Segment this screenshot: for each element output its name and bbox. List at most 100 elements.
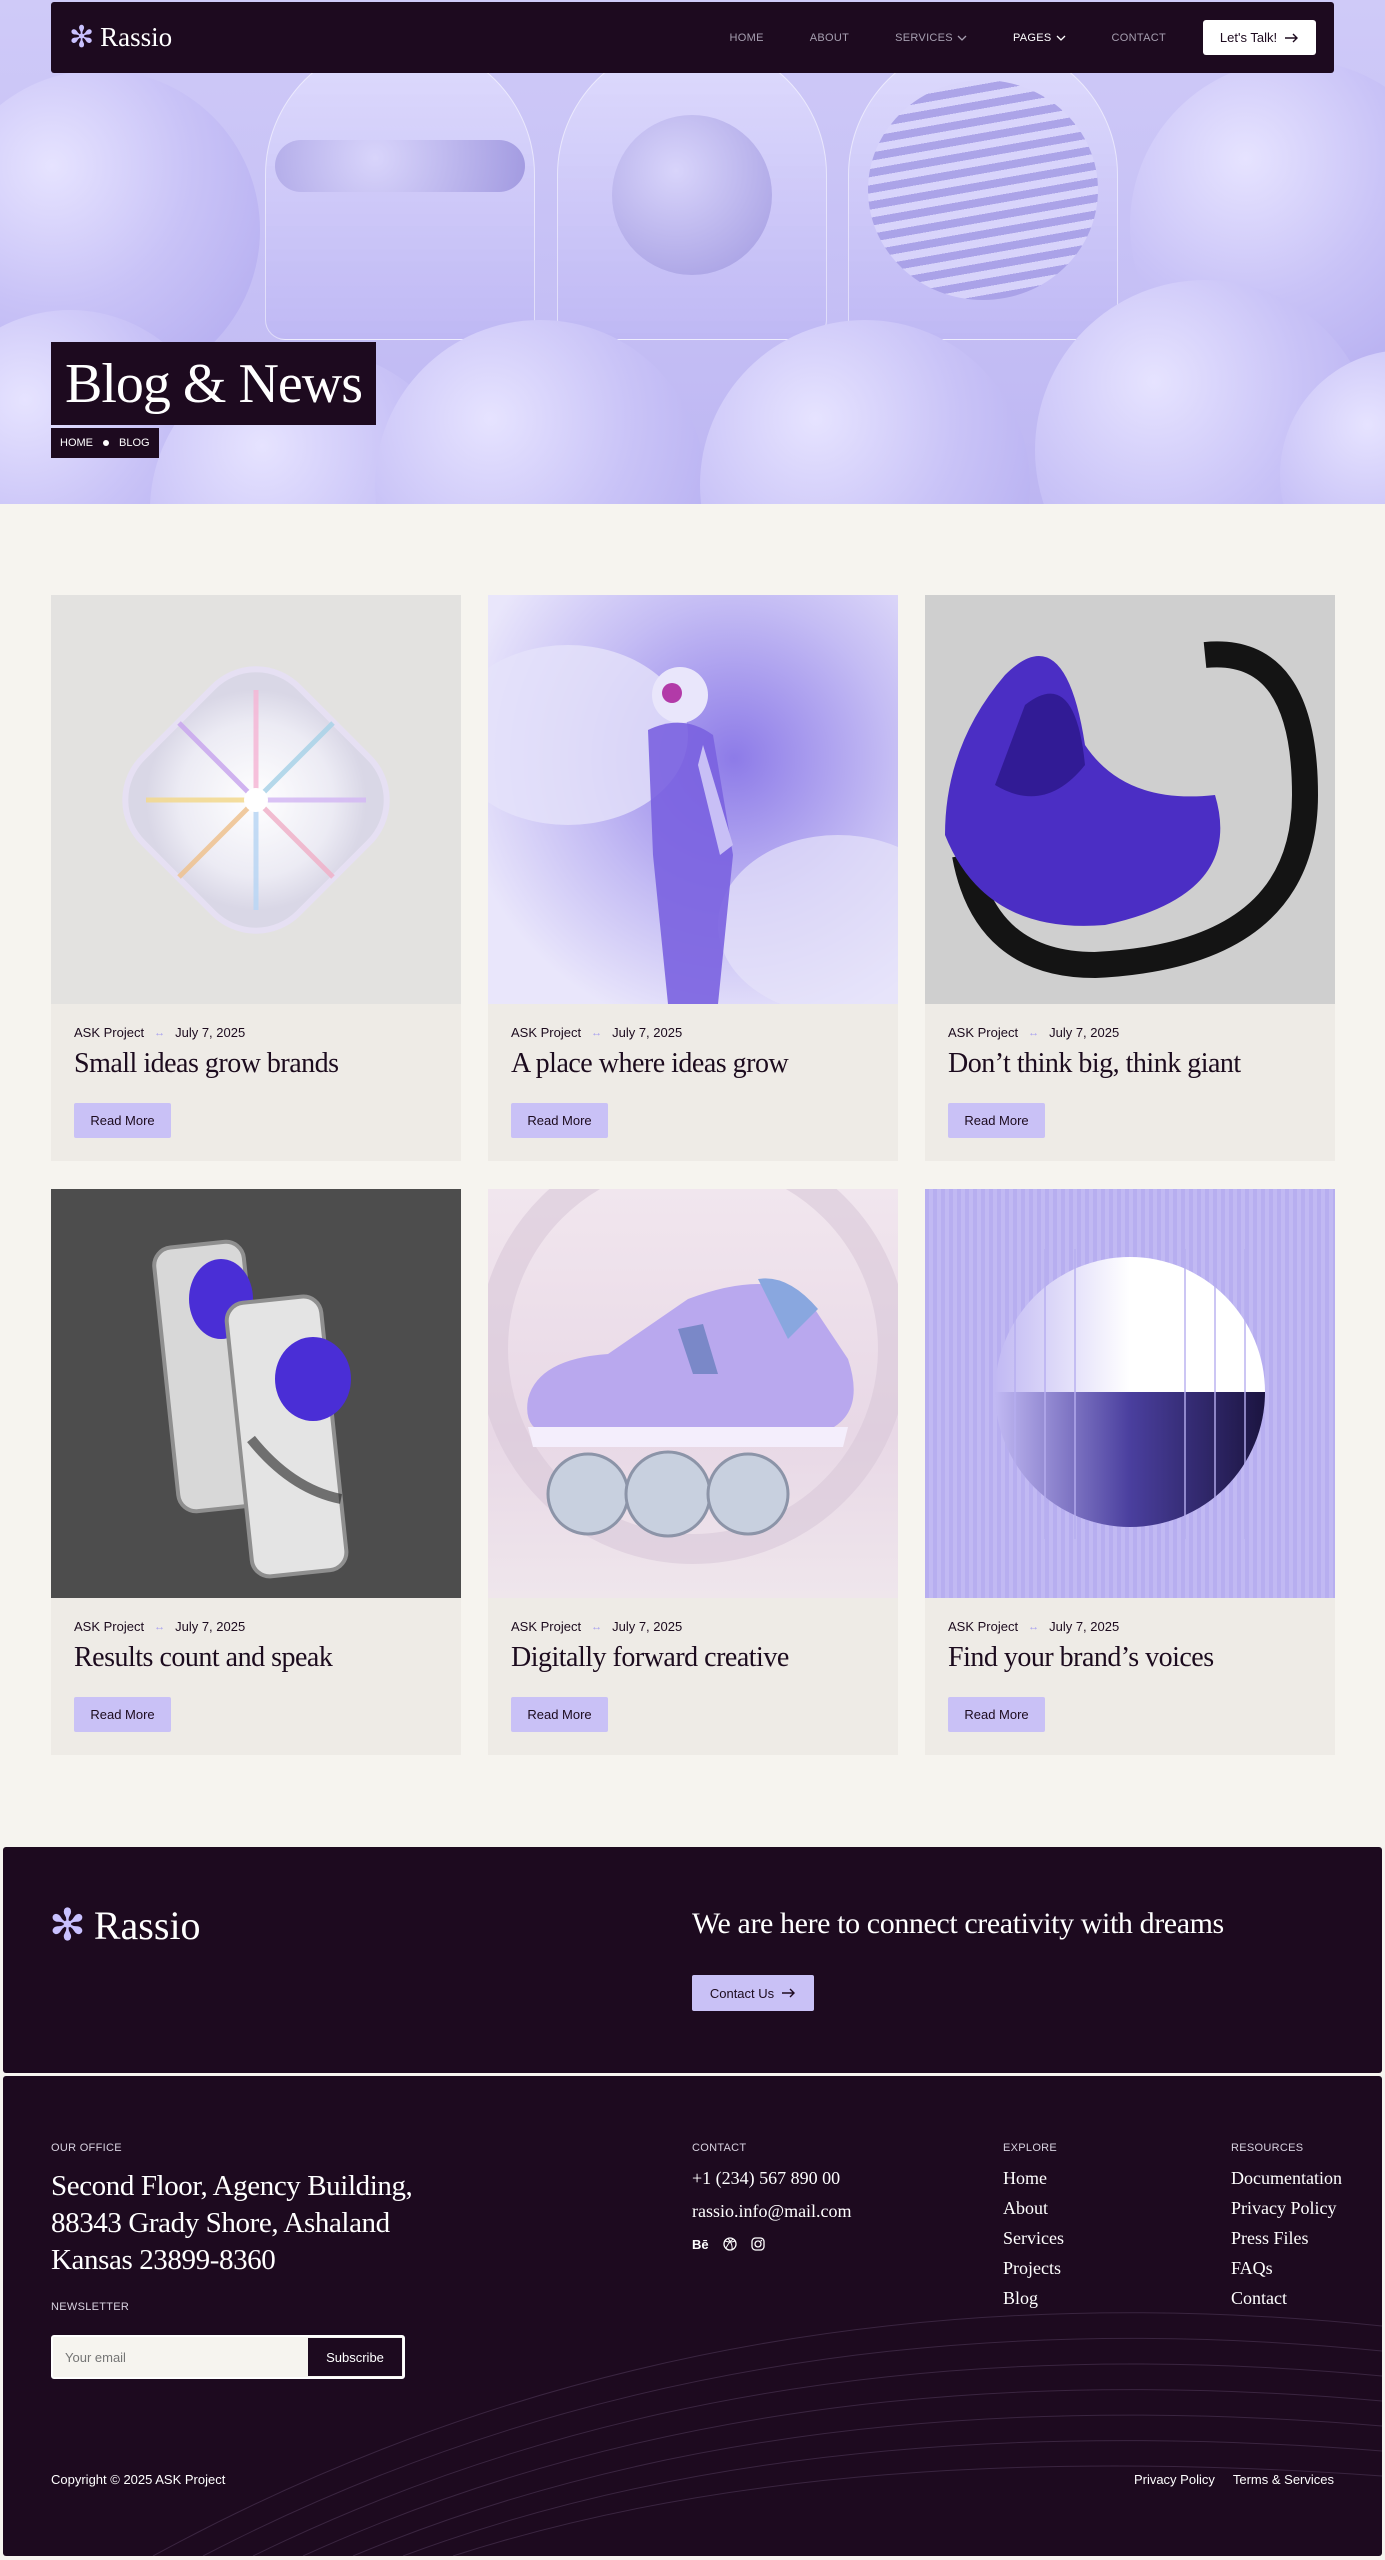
footer-link-about[interactable]: About xyxy=(1003,2198,1064,2219)
lets-talk-button[interactable]: Let's Talk! xyxy=(1203,20,1316,55)
post-image[interactable] xyxy=(925,1189,1335,1598)
read-more-button[interactable]: Read More xyxy=(74,1103,171,1138)
asterisk-logo-icon: ✻ xyxy=(69,20,95,54)
chevron-down-icon xyxy=(1056,35,1066,41)
site-footer: OUR OFFICE Second Floor, Agency Building… xyxy=(3,2076,1382,2556)
post-date: July 7, 2025 xyxy=(175,1025,246,1040)
page-title: Blog & News xyxy=(65,352,363,415)
read-more-button[interactable]: Read More xyxy=(511,1697,608,1732)
post-image[interactable] xyxy=(51,1189,461,1598)
read-more-button[interactable]: Read More xyxy=(948,1697,1045,1732)
link-icon: ↔ xyxy=(154,1026,166,1039)
post-author[interactable]: ASK Project xyxy=(511,1025,581,1040)
page-title-box: Blog & News xyxy=(51,342,376,425)
arrow-right-icon xyxy=(1285,33,1299,42)
post-date: July 7, 2025 xyxy=(1049,1025,1120,1040)
subscribe-button[interactable]: Subscribe xyxy=(308,2338,402,2376)
breadcrumb-home[interactable]: HOME xyxy=(60,437,93,449)
office-address: Second Floor, Agency Building, 88343 Gra… xyxy=(51,2168,413,2279)
site-logo[interactable]: ✻ Rassio xyxy=(69,22,172,53)
post-date: July 7, 2025 xyxy=(1049,1619,1120,1634)
footer-link-services[interactable]: Services xyxy=(1003,2228,1064,2249)
post-author[interactable]: ASK Project xyxy=(511,1619,581,1634)
nav-link-label: PAGES xyxy=(1012,31,1052,44)
blog-card[interactable]: ASK Project ↔ July 7, 2025 Find your bra… xyxy=(925,1189,1335,1755)
hero-decor-ring xyxy=(275,140,525,192)
nav-link-about[interactable]: ABOUT xyxy=(787,32,872,44)
contact-phone[interactable]: +1 (234) 567 890 00 xyxy=(692,2168,840,2189)
contact-email[interactable]: rassio.info@mail.com xyxy=(692,2201,852,2222)
post-title[interactable]: Small ideas grow brands xyxy=(74,1048,339,1080)
read-more-button[interactable]: Read More xyxy=(948,1103,1045,1138)
footer-link-projects[interactable]: Projects xyxy=(1003,2258,1064,2279)
breadcrumb: HOME BLOG xyxy=(51,428,159,458)
resources-label: RESOURCES xyxy=(1231,2142,1304,2154)
newsletter-email-input[interactable] xyxy=(53,2337,308,2377)
social-links: Bē xyxy=(692,2237,765,2252)
post-author[interactable]: ASK Project xyxy=(74,1619,144,1634)
link-icon: ↔ xyxy=(591,1026,603,1039)
copyright-text: Copyright © 2025 ASK Project xyxy=(51,2472,226,2487)
blog-card[interactable]: ASK Project ↔ July 7, 2025 Digitally for… xyxy=(488,1189,898,1755)
post-image[interactable] xyxy=(488,1189,898,1598)
post-image[interactable] xyxy=(925,595,1335,1004)
link-icon: ↔ xyxy=(1028,1026,1040,1039)
footer-logo[interactable]: ✻ Rassio xyxy=(49,1902,201,1949)
link-icon: ↔ xyxy=(591,1620,603,1633)
post-author[interactable]: ASK Project xyxy=(948,1025,1018,1040)
legal-link-privacy[interactable]: Privacy Policy xyxy=(1134,2472,1215,2487)
address-line: Kansas 23899-8360 xyxy=(51,2244,276,2276)
post-author[interactable]: ASK Project xyxy=(948,1619,1018,1634)
post-date: July 7, 2025 xyxy=(175,1619,246,1634)
instagram-icon[interactable] xyxy=(750,2237,765,2251)
newsletter-form: Subscribe xyxy=(51,2335,405,2379)
read-more-button[interactable]: Read More xyxy=(74,1697,171,1732)
contact-label: CONTACT xyxy=(692,2142,747,2154)
hero-decor-star xyxy=(612,115,772,275)
behance-icon[interactable]: Bē xyxy=(692,2237,709,2252)
contact-us-button[interactable]: Contact Us xyxy=(692,1975,814,2011)
link-icon: ↔ xyxy=(154,1620,166,1633)
newsletter-label: NEWSLETTER xyxy=(51,2301,130,2313)
post-title[interactable]: A place where ideas grow xyxy=(511,1048,789,1080)
breadcrumb-current: BLOG xyxy=(119,437,150,449)
footer-link-press-files[interactable]: Press Files xyxy=(1231,2228,1342,2249)
blog-card[interactable]: ASK Project ↔ July 7, 2025 Results count… xyxy=(51,1189,461,1755)
post-title[interactable]: Results count and speak xyxy=(74,1642,333,1674)
post-meta: ASK Project ↔ July 7, 2025 xyxy=(511,1619,682,1634)
blog-card[interactable]: ASK Project ↔ July 7, 2025 Don’t think b… xyxy=(925,595,1335,1161)
footer-link-documentation[interactable]: Documentation xyxy=(1231,2168,1342,2189)
hero-decor-sphere xyxy=(868,80,1098,300)
address-line: Second Floor, Agency Building, xyxy=(51,2170,413,2202)
nav-link-pages[interactable]: PAGES xyxy=(990,32,1089,44)
nav-link-services[interactable]: SERVICES xyxy=(872,32,990,44)
nav-links: HOME ABOUT SERVICES PAGES CONTACT xyxy=(707,32,1190,44)
post-title[interactable]: Digitally forward creative xyxy=(511,1642,789,1674)
post-meta: ASK Project ↔ July 7, 2025 xyxy=(948,1619,1119,1634)
legal-link-terms[interactable]: Terms & Services xyxy=(1233,2472,1334,2487)
cta-tagline: We are here to connect creativity with d… xyxy=(692,1907,1224,1940)
footer-link-privacy-policy[interactable]: Privacy Policy xyxy=(1231,2198,1342,2219)
footer-link-blog[interactable]: Blog xyxy=(1003,2288,1064,2309)
post-date: July 7, 2025 xyxy=(612,1025,683,1040)
footer-link-home[interactable]: Home xyxy=(1003,2168,1064,2189)
post-meta: ASK Project ↔ July 7, 2025 xyxy=(74,1619,245,1634)
post-title[interactable]: Don’t think big, think giant xyxy=(948,1048,1241,1080)
nav-link-home[interactable]: HOME xyxy=(707,32,787,44)
blog-card[interactable]: ASK Project ↔ July 7, 2025 Small ideas g… xyxy=(51,595,461,1161)
post-author[interactable]: ASK Project xyxy=(74,1025,144,1040)
asterisk-logo-icon: ✻ xyxy=(49,1900,86,1950)
lets-talk-label: Let's Talk! xyxy=(1219,30,1278,45)
dribbble-icon[interactable] xyxy=(722,2237,737,2251)
read-more-button[interactable]: Read More xyxy=(511,1103,608,1138)
post-image[interactable] xyxy=(51,595,461,1004)
nav-link-contact[interactable]: CONTACT xyxy=(1089,32,1189,44)
footer-link-contact[interactable]: Contact xyxy=(1231,2288,1342,2309)
hero-banner xyxy=(0,0,1385,504)
post-meta: ASK Project ↔ July 7, 2025 xyxy=(74,1025,245,1040)
post-image[interactable] xyxy=(488,595,898,1004)
post-title[interactable]: Find your brand’s voices xyxy=(948,1642,1214,1674)
footer-link-faqs[interactable]: FAQs xyxy=(1231,2258,1342,2279)
cta-band: ✻ Rassio We are here to connect creativi… xyxy=(3,1847,1382,2073)
blog-card[interactable]: ASK Project ↔ July 7, 2025 A place where… xyxy=(488,595,898,1161)
